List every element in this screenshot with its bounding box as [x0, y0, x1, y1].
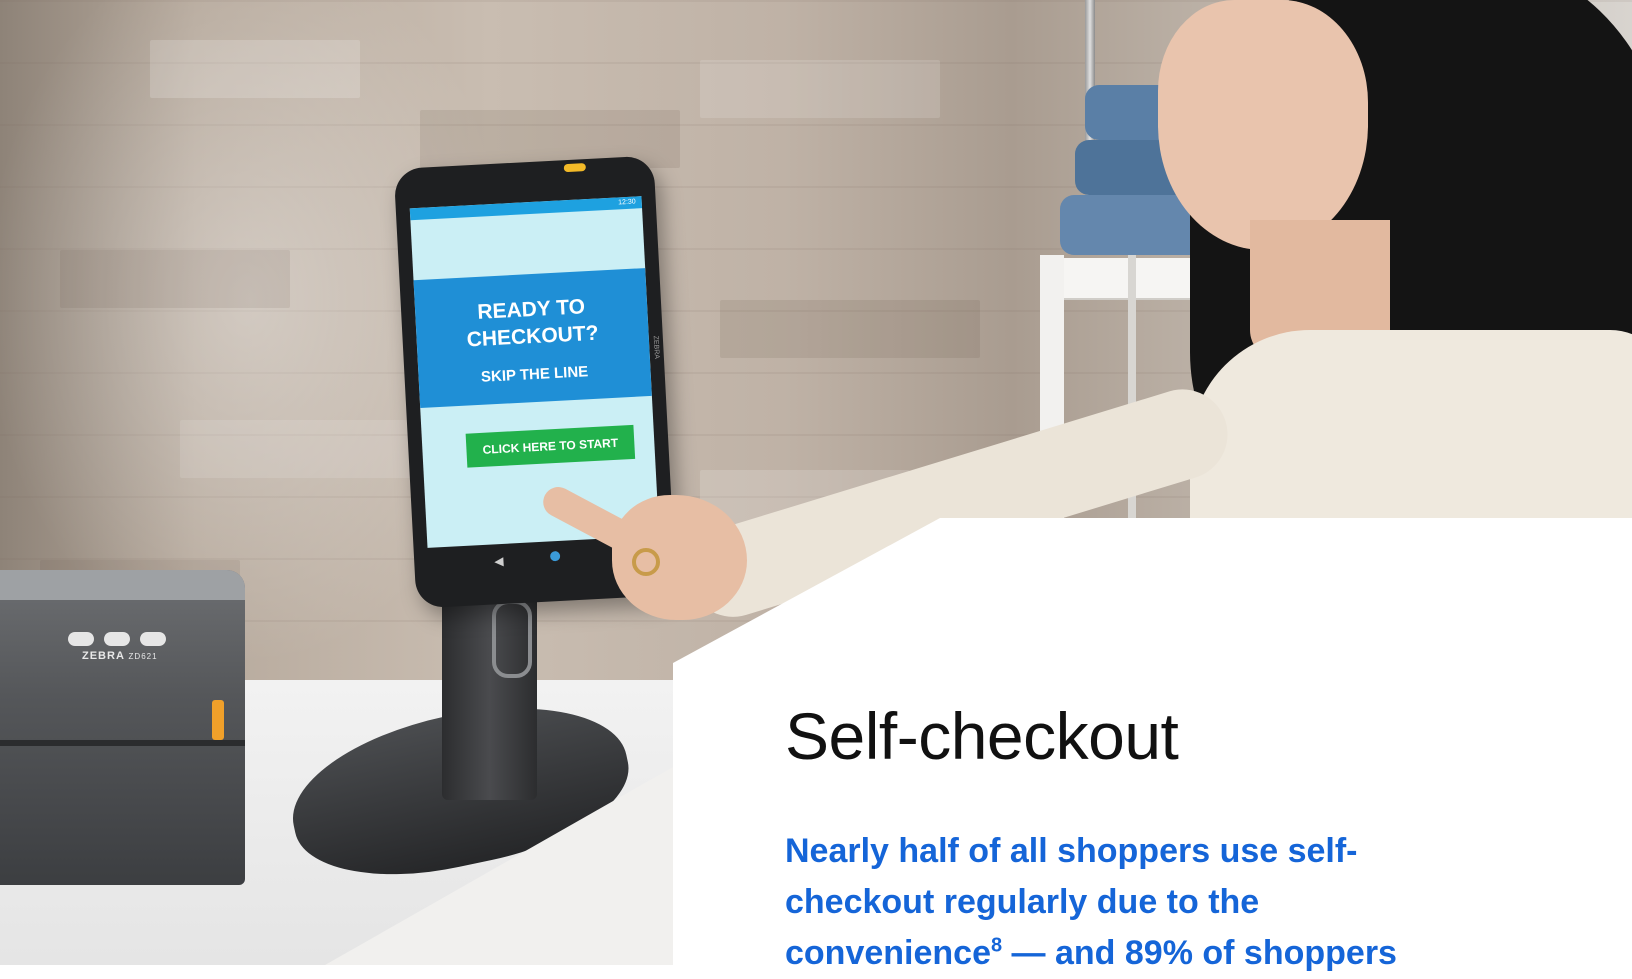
panel-shape — [325, 518, 1632, 965]
intro-paragraph: Nearly half of all shoppers use self-che… — [785, 832, 1397, 972]
content-panel: Self-checkout Nearly half of all shopper… — [0, 0, 1632, 972]
footnote-marker: 8 — [990, 934, 1003, 957]
page-title: Self-checkout — [785, 699, 1179, 773]
